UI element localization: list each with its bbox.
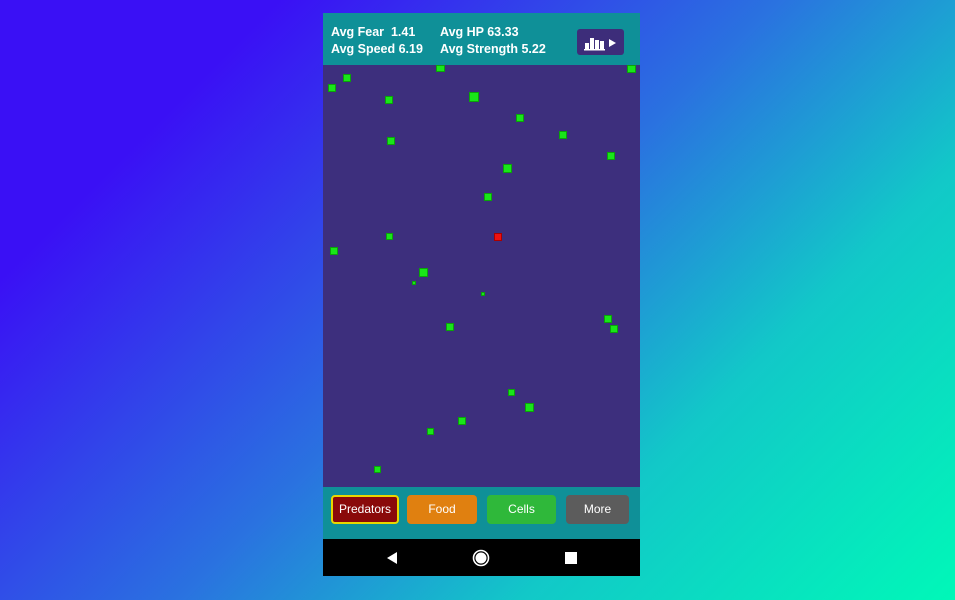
- cell: [559, 131, 567, 139]
- predator: [494, 233, 502, 241]
- cell: [627, 65, 636, 73]
- cell: [508, 389, 515, 396]
- cell: [328, 84, 336, 92]
- cell: [469, 92, 479, 102]
- cell: [412, 281, 416, 285]
- cell: [386, 233, 393, 240]
- cell: [330, 247, 338, 255]
- simulation-canvas[interactable]: [323, 65, 640, 487]
- back-icon[interactable]: [385, 551, 399, 565]
- food-button[interactable]: Food: [407, 495, 477, 524]
- cell: [604, 315, 612, 323]
- avg-fear-stat: Avg Fear 1.41: [331, 25, 416, 39]
- cell: [374, 466, 381, 473]
- cell: [484, 193, 492, 201]
- cell: [436, 65, 445, 72]
- cell: [607, 152, 615, 160]
- cell: [419, 268, 428, 277]
- cells-button[interactable]: Cells: [487, 495, 556, 524]
- cell: [387, 137, 395, 145]
- avg-strength-stat: Avg Strength 5.22: [440, 42, 546, 56]
- cell: [427, 428, 434, 435]
- cell: [458, 417, 466, 425]
- avg-hp-stat: Avg HP 63.33: [440, 25, 519, 39]
- bar-chart-play-icon: [584, 38, 616, 51]
- stats-chart-button[interactable]: [577, 29, 624, 55]
- bottom-toolbar: Predators Food Cells More: [323, 487, 640, 539]
- cell: [385, 96, 393, 104]
- recents-icon[interactable]: [564, 551, 578, 565]
- android-nav-bar: [323, 539, 640, 576]
- home-icon[interactable]: [472, 549, 490, 567]
- cell: [503, 164, 512, 173]
- stats-bar: Avg Fear 1.41 Avg HP 63.33 Avg Speed 6.1…: [323, 13, 640, 65]
- cell: [446, 323, 454, 331]
- cell: [525, 403, 534, 412]
- predators-button[interactable]: Predators: [331, 495, 399, 524]
- cell: [481, 292, 485, 296]
- cell: [343, 74, 351, 82]
- more-button[interactable]: More: [566, 495, 629, 524]
- cell: [610, 325, 618, 333]
- phone-screen: Avg Fear 1.41 Avg HP 63.33 Avg Speed 6.1…: [323, 13, 640, 576]
- cell: [516, 114, 524, 122]
- avg-speed-stat: Avg Speed 6.19: [331, 42, 423, 56]
